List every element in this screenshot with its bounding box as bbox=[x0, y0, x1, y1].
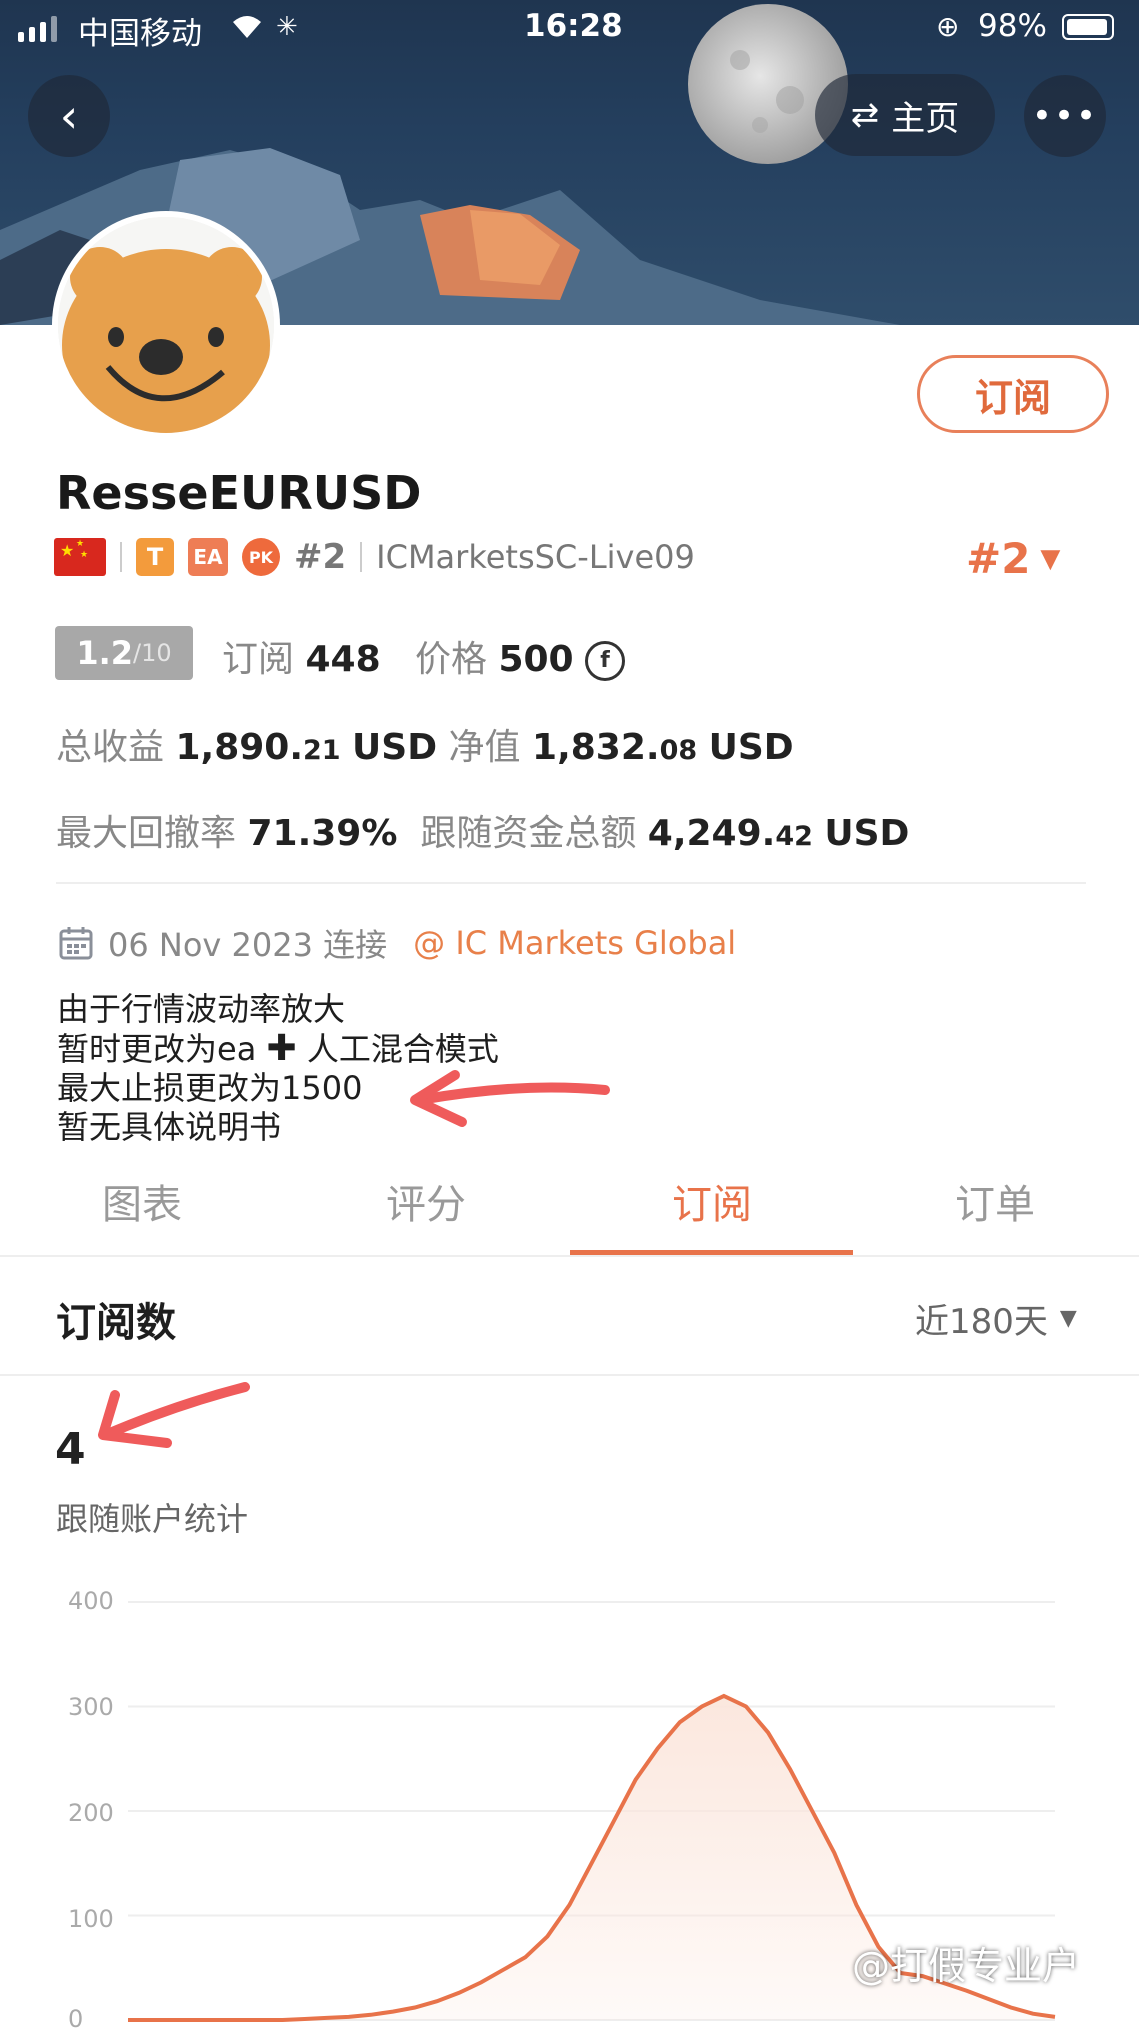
follower-chart bbox=[128, 1601, 1056, 2022]
watermark: @打假专业户 bbox=[852, 1944, 1081, 1988]
